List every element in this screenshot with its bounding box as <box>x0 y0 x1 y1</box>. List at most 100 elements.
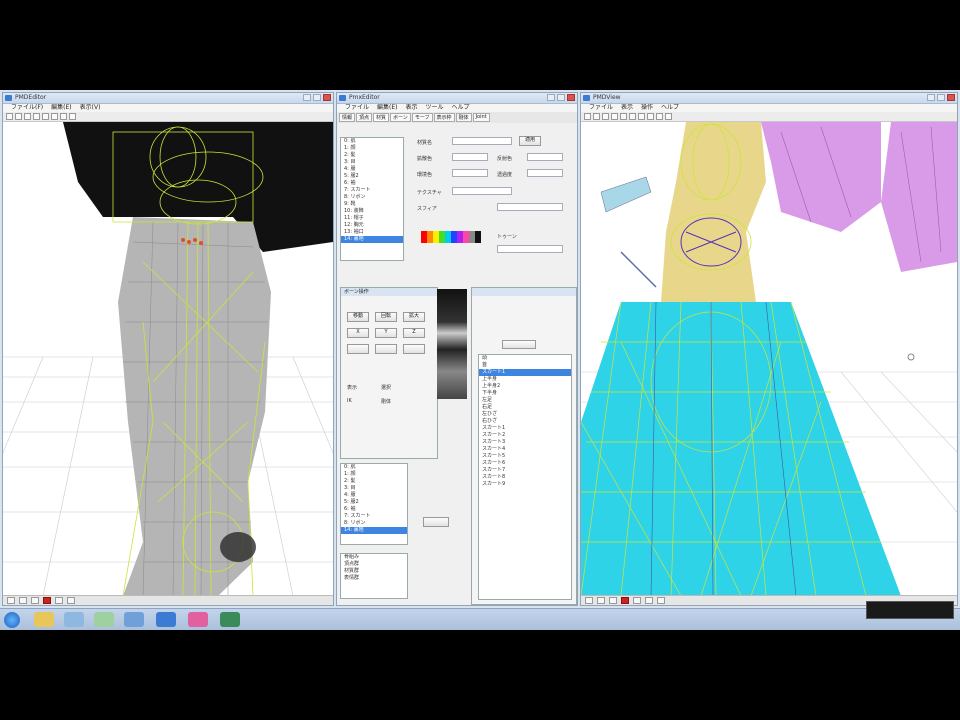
app-taskbar-icon[interactable] <box>64 612 84 627</box>
list-item[interactable]: 9: 靴 <box>341 201 403 208</box>
list-item[interactable]: 5: 服2 <box>341 499 407 506</box>
list-item[interactable]: 頂点群 <box>341 561 407 568</box>
tool-vertex-icon[interactable] <box>42 113 49 120</box>
menu-view[interactable]: 表示(V) <box>80 104 101 112</box>
app-taskbar-icon[interactable] <box>188 612 208 627</box>
list-item[interactable]: 8: リボン <box>341 194 403 201</box>
toon-field[interactable] <box>497 245 563 253</box>
list-item[interactable]: 2: 髪 <box>341 478 407 485</box>
status-icon[interactable] <box>597 597 605 604</box>
list-item[interactable]: 2: 髪 <box>341 152 403 159</box>
y-axis-button[interactable]: Y <box>375 328 397 338</box>
list-item[interactable]: 右足 <box>479 404 571 411</box>
z-axis-button[interactable]: Z <box>403 328 425 338</box>
start-button-icon[interactable] <box>4 612 20 628</box>
system-tray[interactable] <box>866 601 954 619</box>
status-icon[interactable] <box>585 597 593 604</box>
rotate-button[interactable]: 回転 <box>375 312 397 322</box>
list-item[interactable]: スカート6 <box>479 460 571 467</box>
minimize-icon[interactable] <box>547 94 555 101</box>
selected-material[interactable]: 14: 裏地 <box>341 236 403 243</box>
list-item[interactable]: スカート8 <box>479 474 571 481</box>
right-viewport-render[interactable] <box>581 122 957 595</box>
list-item[interactable]: 1: 顔 <box>341 471 407 478</box>
tool-camera-icon[interactable] <box>647 113 654 120</box>
list-item[interactable]: スカート1 <box>479 425 571 432</box>
diffuse-field[interactable] <box>452 153 488 161</box>
editor-titlebar[interactable]: PmxEditor <box>337 93 577 104</box>
list-item[interactable]: スカート7 <box>479 467 571 474</box>
list-item[interactable]: スカート3 <box>479 439 571 446</box>
list-item[interactable]: 0: 肌 <box>341 138 403 145</box>
tool-scale-icon[interactable] <box>611 113 618 120</box>
tab-joint[interactable]: Joint <box>472 113 490 122</box>
record-icon[interactable] <box>43 597 51 604</box>
app-taskbar-icon[interactable] <box>220 612 240 627</box>
apply-button[interactable]: 適用 <box>519 136 541 146</box>
edit-button[interactable] <box>423 517 449 527</box>
status-icon[interactable] <box>67 597 75 604</box>
filter-button[interactable] <box>502 340 536 349</box>
checkbox-label[interactable]: IK <box>347 398 352 404</box>
menu-file[interactable]: ファイル <box>345 104 369 112</box>
x-axis-button[interactable]: X <box>347 328 369 338</box>
menu-view[interactable]: 表示 <box>406 104 418 112</box>
tab-morph[interactable]: モーフ <box>411 113 433 122</box>
materials-list[interactable]: 0: 肌 1: 顔 2: 髪 3: 目 4: 服 5: 服2 6: 袖 7: ス… <box>340 137 404 261</box>
app-taskbar-icon[interactable] <box>94 612 114 627</box>
list-item[interactable]: 0: 肌 <box>341 464 407 471</box>
move-button[interactable]: 移動 <box>347 312 369 322</box>
list-item[interactable]: 上半身2 <box>479 383 571 390</box>
ambient-field[interactable] <box>452 169 488 177</box>
tool-bone-icon[interactable] <box>51 113 58 120</box>
list-item[interactable]: 11: 帽子 <box>341 215 403 222</box>
tab-rigidbody[interactable]: 剛体 <box>455 113 472 122</box>
list-item[interactable]: 1: 顔 <box>341 145 403 152</box>
minimize-icon[interactable] <box>303 94 311 101</box>
list-item[interactable]: スカート2 <box>479 432 571 439</box>
status-icon[interactable] <box>31 597 39 604</box>
tool-light-icon[interactable] <box>656 113 663 120</box>
list-item[interactable]: 6: 袖 <box>341 506 407 513</box>
menu-file[interactable]: ファイル <box>589 104 613 112</box>
list-item[interactable]: 右ひざ <box>479 418 571 425</box>
list-item[interactable]: 7: スカート <box>341 187 403 194</box>
scale-button[interactable]: 拡大 <box>403 312 425 322</box>
texture-field[interactable] <box>452 187 512 195</box>
tool-camera-icon[interactable] <box>69 113 76 120</box>
checkbox-label[interactable]: 剛体 <box>381 398 391 405</box>
list-item[interactable]: スカート4 <box>479 446 571 453</box>
left-viewport-render[interactable] <box>3 122 333 595</box>
tool-rotate-icon[interactable] <box>602 113 609 120</box>
sphere-field[interactable] <box>497 203 563 211</box>
frame-list[interactable]: 骨組み 頂点群 材質群 表情群 <box>340 553 408 599</box>
tab-bone[interactable]: ボーン <box>390 113 411 122</box>
maximize-icon[interactable] <box>937 94 945 101</box>
tab-vertex[interactable]: 頂点 <box>356 113 373 122</box>
status-icon[interactable] <box>633 597 641 604</box>
tool-bone-icon[interactable] <box>629 113 636 120</box>
list-item[interactable]: 13: 袖口 <box>341 229 403 236</box>
list-item[interactable]: 4: 服 <box>341 492 407 499</box>
bones-list[interactable]: 頭 首 スカート1 上半身 上半身2 下半身 左足 右足 左ひざ 右ひざ スカー… <box>478 354 572 600</box>
status-icon[interactable] <box>645 597 653 604</box>
right-window-titlebar[interactable]: PMDView <box>581 93 957 104</box>
menu-file[interactable]: ファイル(F) <box>11 104 43 112</box>
list-item[interactable]: 5: 服2 <box>341 173 403 180</box>
checkbox-label[interactable]: 表示 <box>347 384 357 391</box>
list-item[interactable]: 左ひざ <box>479 411 571 418</box>
step-button[interactable] <box>403 344 425 354</box>
tab-info[interactable]: 情報 <box>339 113 356 122</box>
list-item[interactable]: 3: 目 <box>341 159 403 166</box>
menu-operate[interactable]: 操作 <box>641 104 653 112</box>
explorer-icon[interactable] <box>34 612 54 627</box>
menu-tools[interactable]: ツール <box>426 104 444 112</box>
tab-display[interactable]: 表示枠 <box>433 113 455 122</box>
close-icon[interactable] <box>947 94 955 101</box>
maximize-icon[interactable] <box>557 94 565 101</box>
close-icon[interactable] <box>567 94 575 101</box>
status-icon[interactable] <box>55 597 63 604</box>
menu-edit[interactable]: 編集(E) <box>51 104 71 112</box>
morph-list[interactable]: 0: 肌 1: 顔 2: 髪 3: 目 4: 服 5: 服2 6: 袖 7: ス… <box>340 463 408 545</box>
list-item[interactable]: 10: 装飾 <box>341 208 403 215</box>
